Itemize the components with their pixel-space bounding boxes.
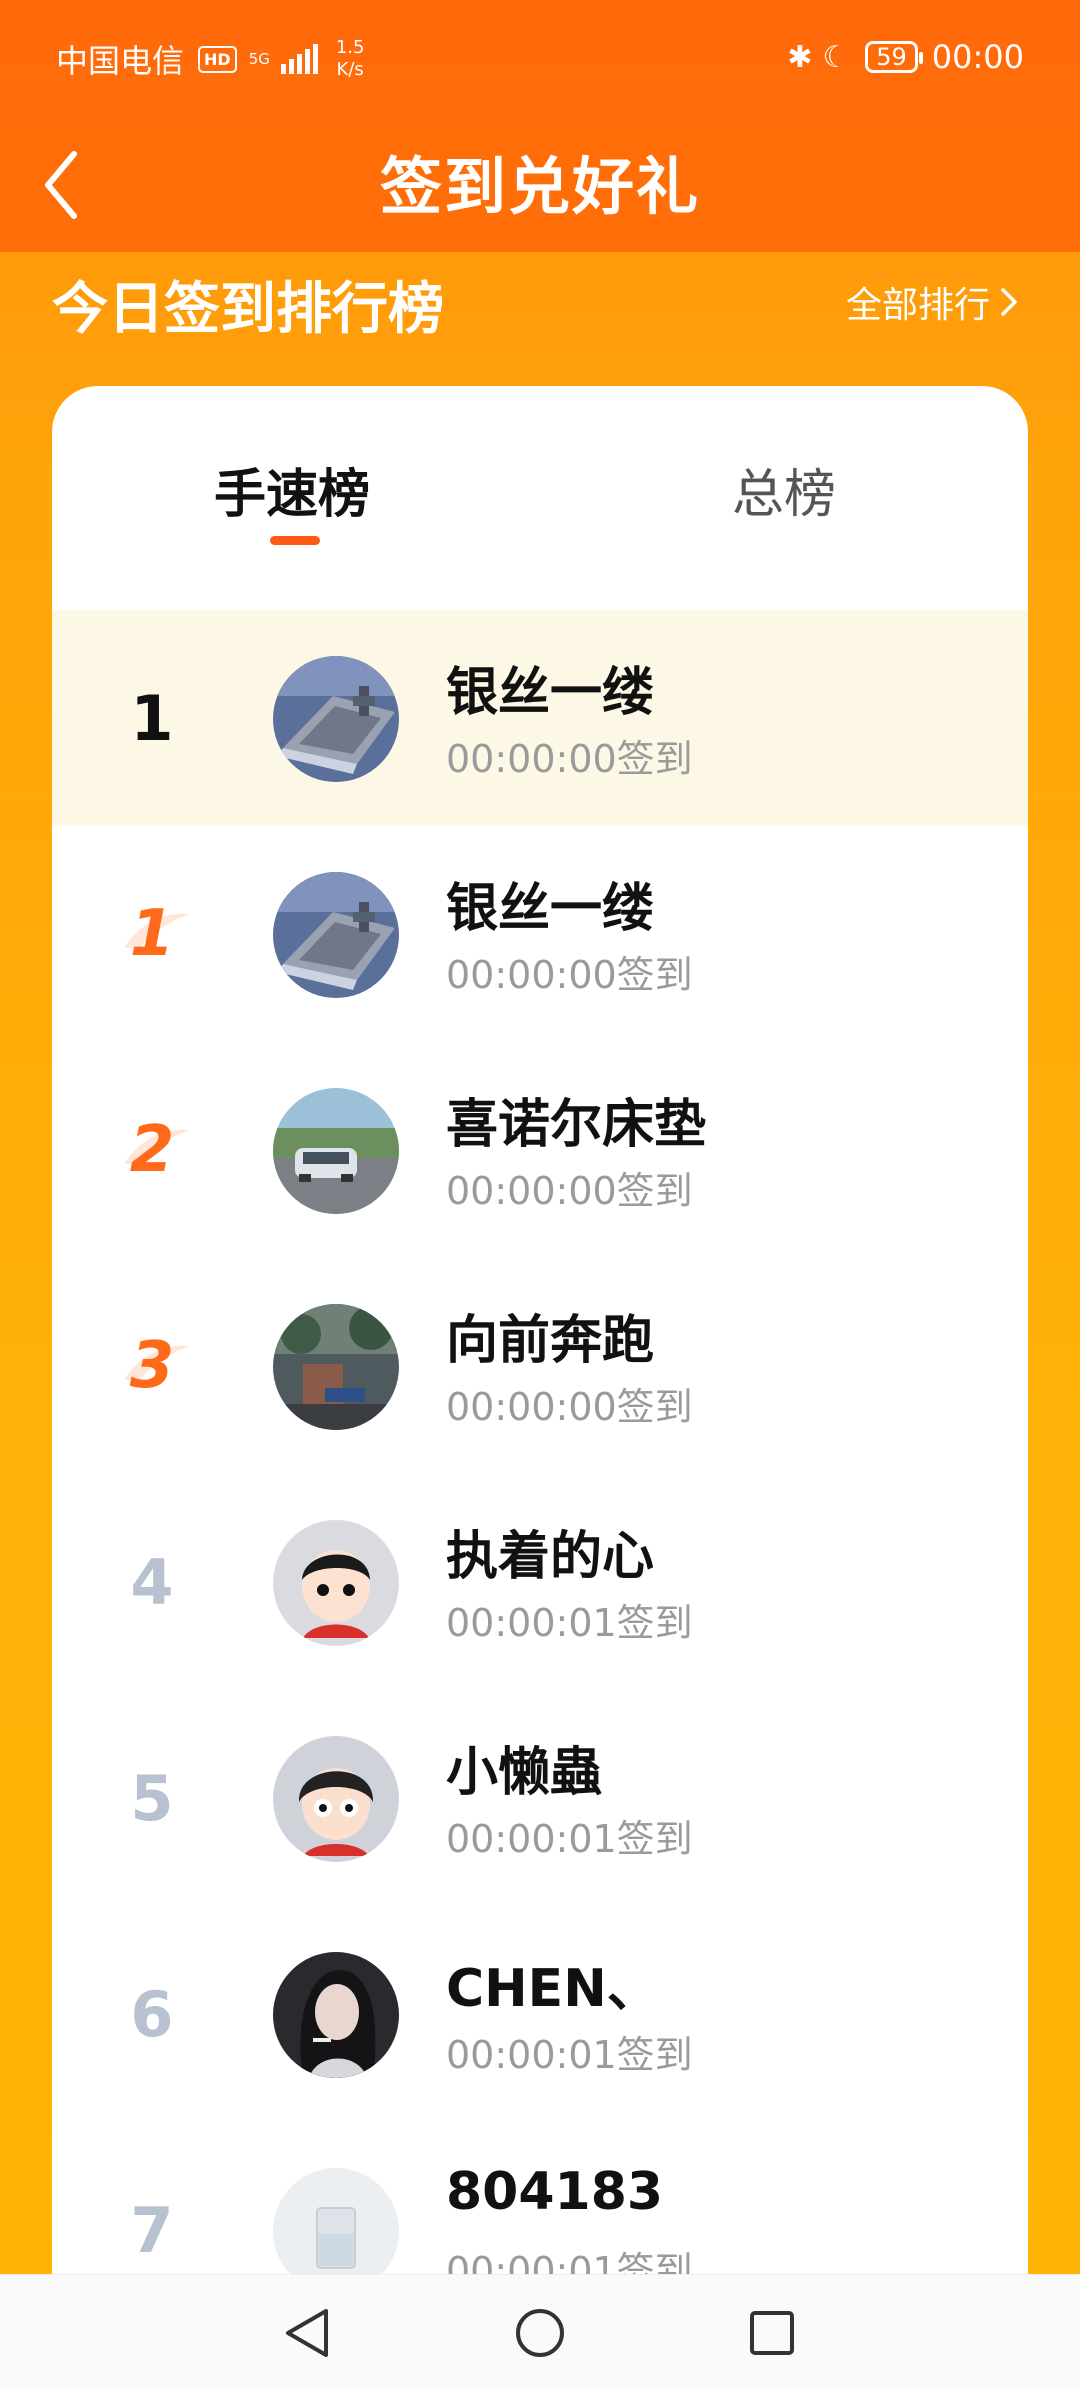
network-type: 5G [248,50,270,68]
rank-number: 2 [129,1113,175,1187]
rank-number: 6 [130,1977,174,2051]
car-on-road-icon [273,1088,399,1214]
checkin-time: 00:00:01签到 [446,2033,693,2077]
user-name: 银丝一缕 [446,663,655,723]
rank-number: 7 [130,2193,174,2267]
rank-cell: 5 [52,1690,252,1906]
title-bar: 签到兑好礼 [0,118,1080,252]
page-title: 签到兑好礼 [379,150,700,223]
rank-cell: 3 [52,1258,252,1474]
nav-home-button[interactable] [510,2303,570,2363]
avatar [273,656,399,782]
square-recents-icon [750,2311,794,2355]
hd-badge: HD [198,45,237,73]
rank-number: 1 [129,897,175,971]
speed-value: 1.5 [335,37,365,58]
bluetooth-icon: ✱ [787,39,813,75]
user-name: 银丝一缕 [446,879,655,939]
checkin-time: 00:00:00签到 [446,1169,693,1213]
rank-number: 4 [130,1545,174,1619]
top-bar: 中国电信 HD 5G 1.5 K/s ✱ ☾ 59 00:00 签到兑好礼 [0,0,1080,252]
leaderboard-card: 手速榜 总榜 1 银丝一缕 00:00:00签到 1 银丝一缕 00:00:00… [52,386,1028,2388]
avatar [273,1952,399,2078]
user-name: 804183 [446,2162,664,2222]
avatar [273,1520,399,1646]
aircraft-carrier-icon [273,656,399,782]
list-item[interactable]: 6 CHEN、 00:00:01签到 [52,1906,1028,2122]
user-name: 向前奔跑 [446,1311,655,1371]
rank-number: 3 [129,1329,175,1403]
rank-number: 5 [130,1761,174,1835]
rank-cell: 6 [52,1906,252,2122]
circle-home-icon [516,2309,564,2357]
list-item[interactable]: 3 向前奔跑 00:00:00签到 [52,1258,1028,1474]
list-item[interactable]: 5 小懒蟲 00:00:01签到 [52,1690,1028,1906]
carrier-label: 中国电信 [56,42,185,80]
avatar [273,1736,399,1862]
rank-cell: 1 [52,610,252,826]
status-bar: 中国电信 HD 5G 1.5 K/s ✱ ☾ 59 00:00 [0,0,1080,118]
avatar [273,1088,399,1214]
woman-portrait-icon [273,1952,399,2078]
rank-number: 1 [130,681,174,755]
aircraft-carrier-icon [273,872,399,998]
nav-recents-button[interactable] [742,2303,802,2363]
tab-bar: 手速榜 总榜 [52,386,1028,610]
system-nav-bar [0,2274,1080,2388]
rank-cell: 2 [52,1042,252,1258]
section-title: 今日签到排行榜 [52,277,444,342]
checkin-time: 00:00:01签到 [446,1601,693,1645]
triangle-back-icon [286,2309,328,2357]
rank-list: 1 银丝一缕 00:00:00签到 1 银丝一缕 00:00:00签到 2 喜诺… [52,610,1028,2338]
list-item-self[interactable]: 1 银丝一缕 00:00:00签到 [52,610,1028,826]
avatar [273,1304,399,1430]
battery-icon: 59 [865,41,923,73]
list-item[interactable]: 2 喜诺尔床垫 00:00:00签到 [52,1042,1028,1258]
user-name: CHEN、 [446,1959,659,2019]
street-scene-icon [273,1304,399,1430]
tab-total-rank[interactable]: 总榜 [732,452,836,527]
user-name: 喜诺尔床垫 [446,1095,707,1155]
all-rank-link[interactable]: 全部排行 [846,276,1020,328]
all-rank-label: 全部排行 [845,285,990,326]
cartoon-boy-icon [273,1520,399,1646]
checkin-time: 00:00:01签到 [446,1817,693,1861]
signal-icon [278,44,318,74]
checkin-time: 00:00:00签到 [446,737,693,781]
list-item[interactable]: 4 执着的心 00:00:01签到 [52,1474,1028,1690]
cartoon-kid-icon [273,1736,399,1862]
chevron-right-icon [1001,288,1017,316]
checkin-time: 00:00:00签到 [446,1385,693,1429]
rank-cell: 4 [52,1474,252,1690]
tab-speed-rank[interactable]: 手速榜 [214,452,370,527]
clock: 00:00 [931,38,1024,76]
nav-back-button[interactable] [278,2303,338,2363]
checkin-time: 00:00:00签到 [446,953,693,997]
active-tab-indicator [270,536,320,545]
list-item[interactable]: 1 银丝一缕 00:00:00签到 [52,826,1028,1042]
net-speed: 1.5 K/s [336,37,365,81]
rank-cell: 1 [52,826,252,1042]
moon-icon: ☾ [822,39,850,75]
user-name: 小懒蟲 [446,1743,603,1803]
speed-unit: K/s [336,59,364,80]
avatar [273,872,399,998]
user-name: 执着的心 [446,1527,655,1587]
